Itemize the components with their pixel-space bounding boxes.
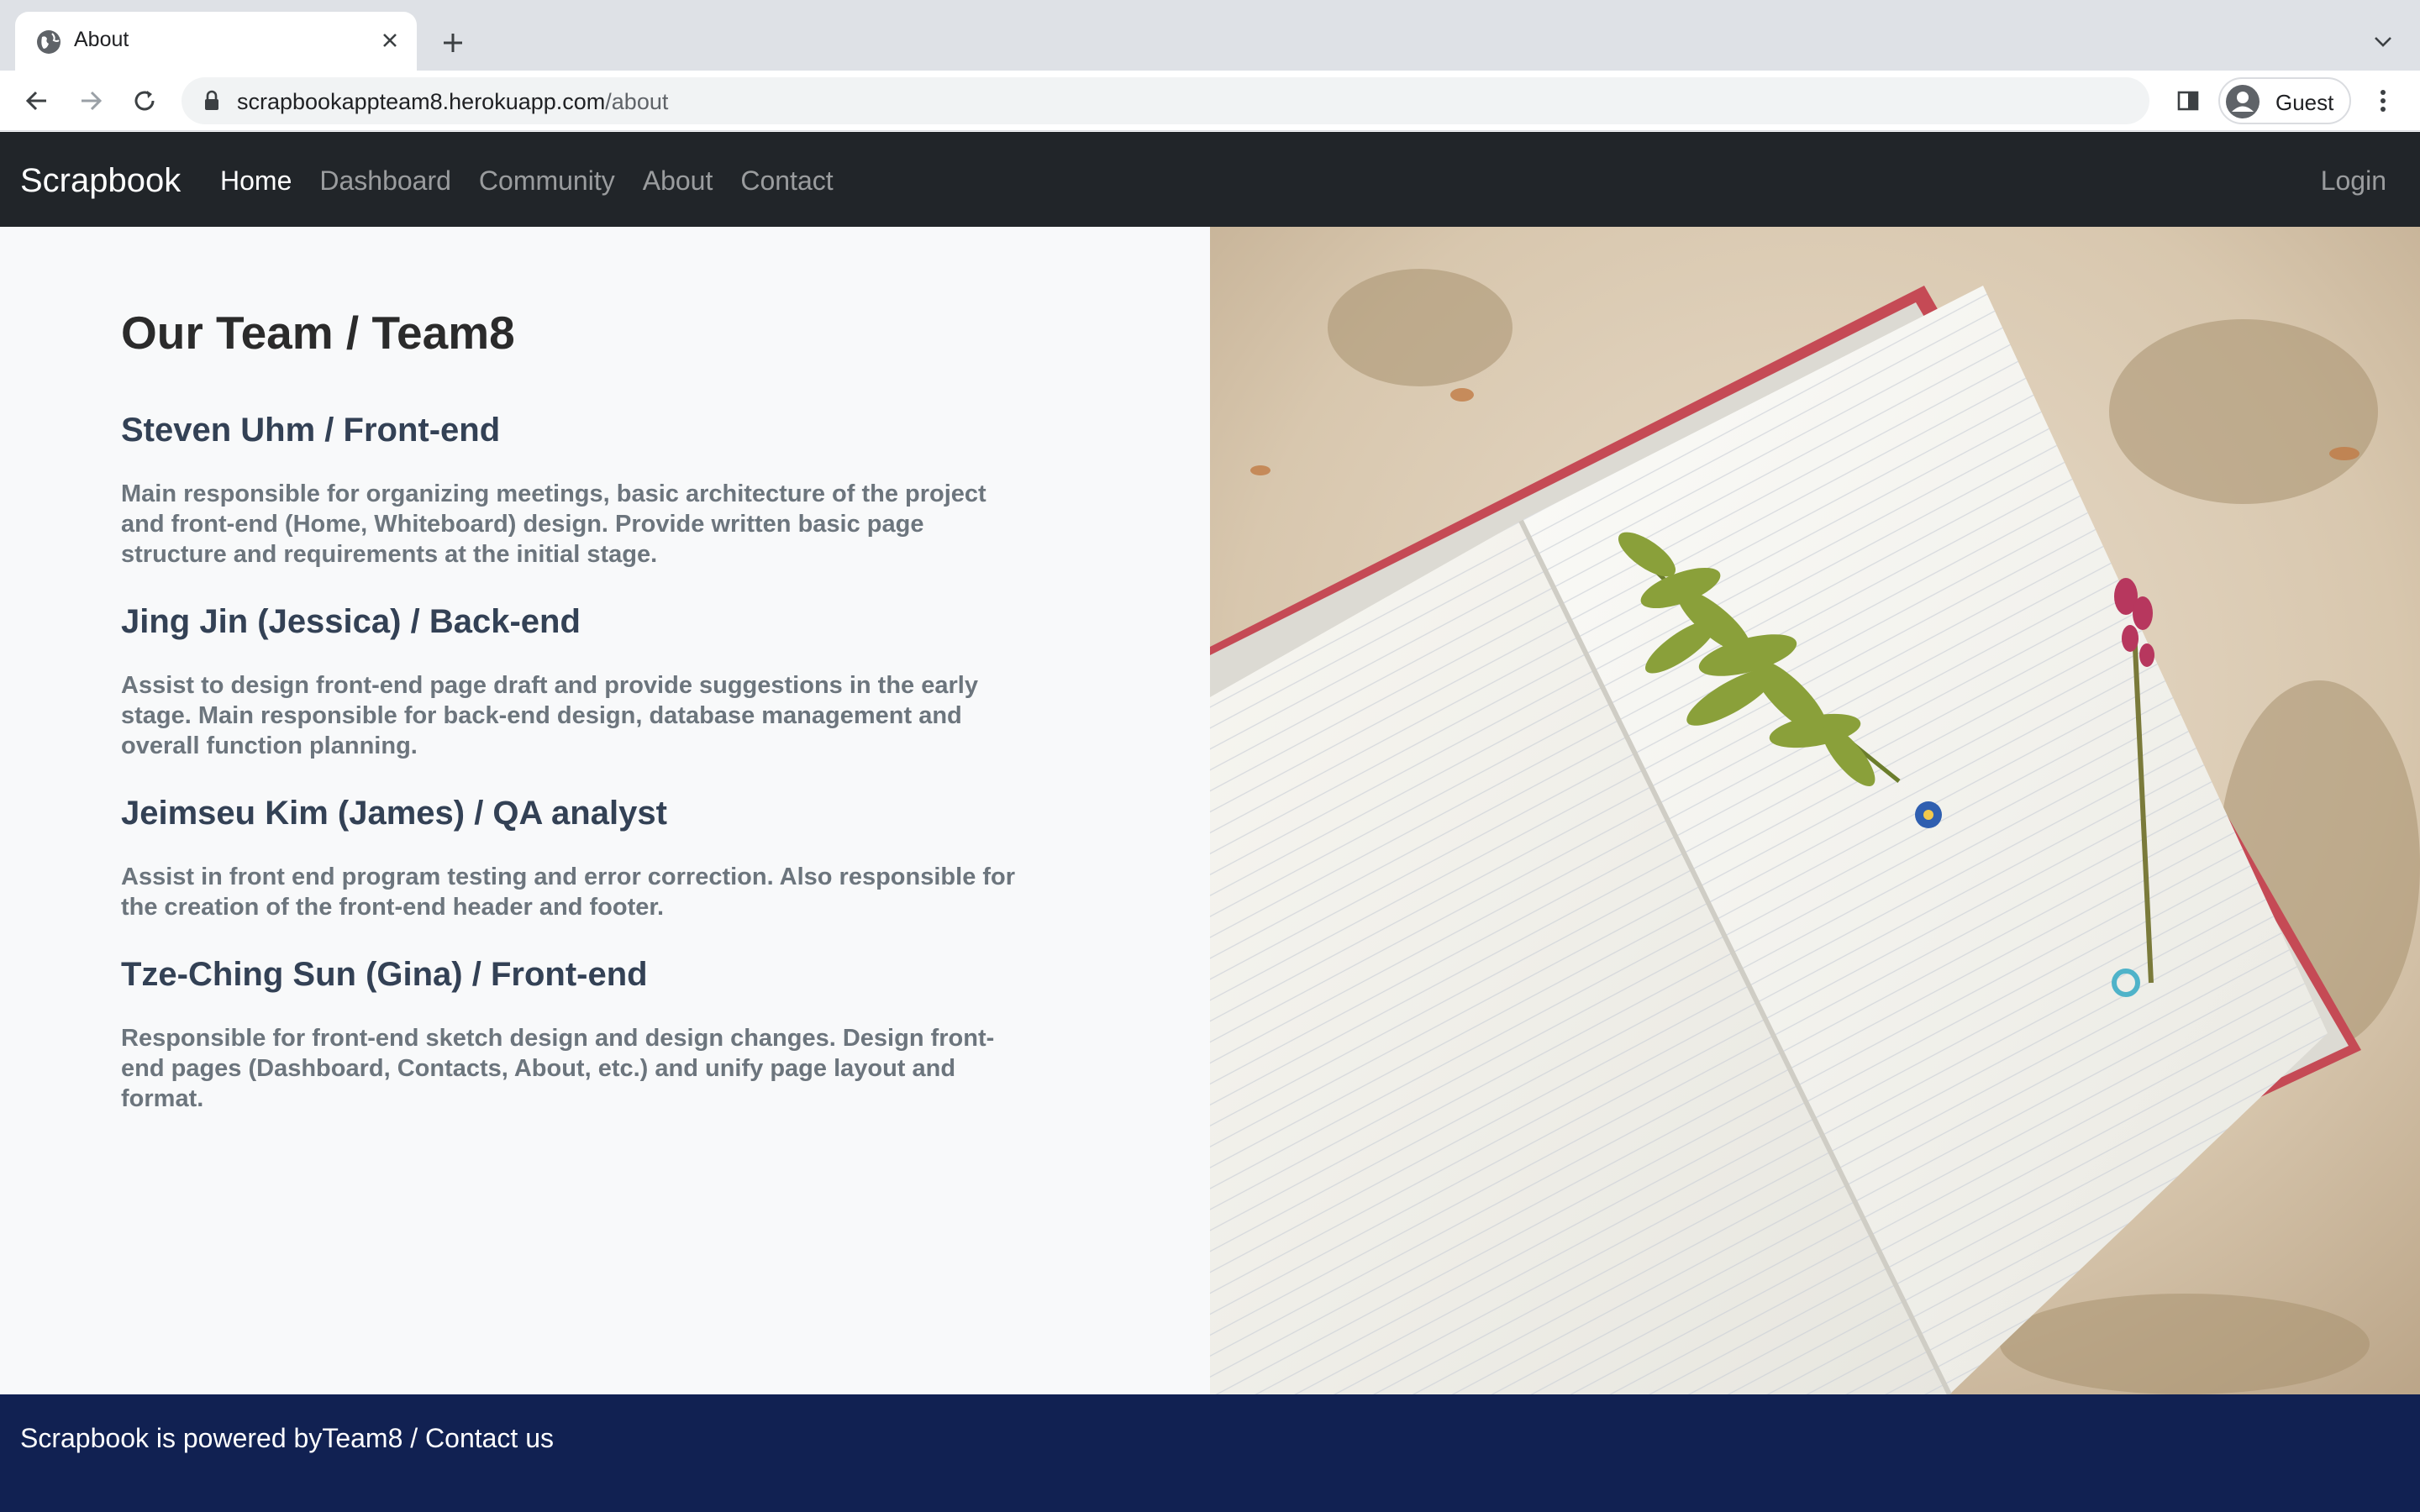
member-description: Main responsible for organizing meetings…	[121, 480, 986, 568]
chevron-down-icon[interactable]	[2365, 24, 2402, 60]
side-panel-icon[interactable]	[2170, 82, 2207, 119]
url-text: scrapbookappteam8.herokuapp.com/about	[237, 89, 669, 114]
nav-link-dashboard[interactable]: Dashboard	[319, 165, 451, 197]
team-member: Steven Uhm / Front-end Main responsible …	[121, 410, 1028, 570]
team-member: Tze-Ching Sun (Gina) / Front-end Respons…	[121, 954, 1028, 1114]
brand-logo[interactable]: Scrapbook	[20, 162, 181, 200]
login-link[interactable]: Login	[2321, 165, 2386, 197]
new-tab-plus-icon[interactable]	[432, 22, 474, 64]
browser-toolbar: scrapbookappteam8.herokuapp.com/about Gu…	[0, 71, 2420, 131]
team-member: Jing Jin (Jessica) / Back-end Assist to …	[121, 601, 1028, 761]
member-name: Jing Jin (Jessica) / Back-end	[121, 603, 581, 640]
footer-text[interactable]: Scrapbook is powered byTeam8 / Contact u…	[20, 1423, 554, 1454]
tab-title: About	[74, 28, 129, 51]
back-arrow-icon[interactable]	[18, 82, 55, 119]
nav-link-community[interactable]: Community	[479, 165, 615, 197]
reload-icon[interactable]	[126, 82, 163, 119]
page-title: Our Team / Team8	[121, 307, 515, 359]
site-footer: Scrapbook is powered byTeam8 / Contact u…	[0, 1394, 2420, 1512]
address-bar[interactable]: scrapbookappteam8.herokuapp.com/about	[182, 77, 2149, 124]
nav-link-about[interactable]: About	[643, 165, 713, 197]
nav-link-home[interactable]: Home	[220, 165, 292, 197]
lock-icon	[205, 90, 218, 110]
hero-image	[1210, 227, 2420, 1394]
avatar-icon	[2226, 85, 2260, 118]
member-description: Assist in front end program testing and …	[121, 864, 1016, 921]
site-navbar: Scrapbook Home Dashboard Community About…	[0, 132, 2420, 227]
browser-tabstrip: About	[0, 0, 2420, 71]
team-section: Our Team / Team8 Steven Uhm / Front-end …	[0, 227, 1210, 1394]
member-description: Responsible for front-end sketch design …	[121, 1025, 995, 1112]
browser-tab[interactable]: About	[15, 12, 417, 71]
close-icon[interactable]	[373, 24, 407, 57]
member-description: Assist to design front-end page draft an…	[121, 672, 978, 759]
profile-name: Guest	[2275, 90, 2334, 115]
member-name: Jeimseu Kim (James) / QA analyst	[121, 795, 667, 832]
member-name: Steven Uhm / Front-end	[121, 412, 501, 449]
member-name: Tze-Ching Sun (Gina) / Front-end	[121, 956, 648, 993]
team-member: Jeimseu Kim (James) / QA analyst Assist …	[121, 793, 1028, 922]
nav-links: Home Dashboard Community About Contact	[220, 165, 861, 197]
profile-button[interactable]: Guest	[2218, 77, 2351, 124]
globe-icon	[37, 30, 60, 54]
more-vertical-icon[interactable]	[2365, 82, 2402, 119]
forward-arrow-icon[interactable]	[72, 82, 109, 119]
nav-link-contact[interactable]: Contact	[740, 165, 833, 197]
